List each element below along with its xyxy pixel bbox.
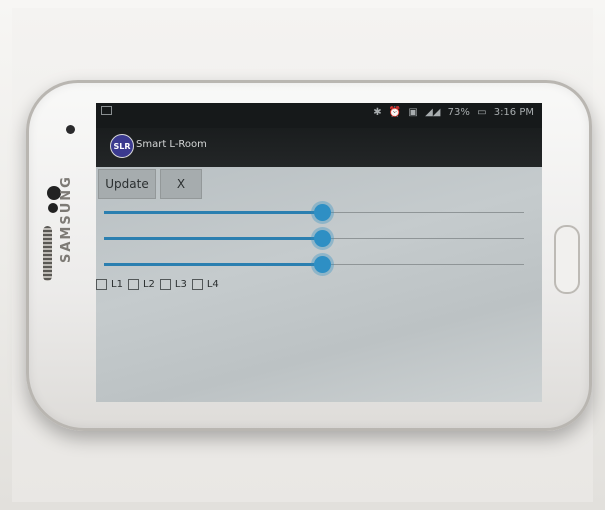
slider-3[interactable] — [104, 256, 524, 274]
checkbox-box[interactable] — [96, 279, 107, 290]
status-right: ✱ ⏰ ▣ ◢◢ 73% ▭ 3:16 PM — [369, 107, 534, 118]
button-row: Update X — [98, 169, 202, 199]
status-bar: ✱ ⏰ ▣ ◢◢ 73% ▭ 3:16 PM — [96, 103, 542, 128]
checkbox-box[interactable] — [159, 279, 171, 290]
update-button[interactable]: Update — [98, 169, 156, 199]
checkbox-label: L2 — [142, 279, 155, 290]
slider-fill — [104, 211, 323, 214]
battery-icon: ▭ — [477, 107, 487, 118]
checkbox-box[interactable] — [191, 279, 203, 290]
light-sensor — [48, 203, 58, 213]
slider-fill — [104, 263, 323, 266]
checkbox-l3[interactable]: L3 — [159, 279, 187, 290]
slider-2[interactable] — [104, 230, 524, 248]
battery-level: 73% — [447, 107, 470, 118]
signal-icon: ◢◢ — [425, 107, 441, 118]
checkbox-l1[interactable]: L1 — [96, 279, 123, 290]
alarm-icon: ⏰ — [388, 107, 402, 118]
slider-1[interactable] — [104, 204, 524, 222]
clock: 3:16 PM — [493, 107, 534, 118]
app-screen: ✱ ⏰ ▣ ◢◢ 73% ▭ 3:16 PM SLR Smart L-Room … — [96, 103, 542, 402]
front-camera — [66, 125, 75, 134]
home-button[interactable] — [554, 225, 580, 294]
image-notification-icon — [101, 106, 112, 115]
checkbox-label: L4 — [206, 279, 219, 290]
action-bar: SLR Smart L-Room — [96, 128, 542, 167]
brand-label: SAMSUNG — [59, 175, 74, 263]
close-button[interactable]: X — [160, 169, 202, 199]
checkbox-l4[interactable]: L4 — [191, 279, 219, 290]
app-logo: SLR — [110, 134, 134, 158]
app-title: Smart L-Room — [136, 139, 207, 150]
slider-thumb[interactable] — [314, 230, 332, 247]
main-content: Update X L1 L2 L3 L4 — [96, 167, 542, 402]
slider-thumb[interactable] — [314, 256, 332, 273]
nfc-icon: ▣ — [408, 107, 418, 118]
slider-thumb[interactable] — [314, 204, 332, 221]
checkbox-l2[interactable]: L2 — [127, 279, 155, 290]
checkbox-label: L3 — [174, 279, 187, 290]
light-checkboxes: L1 L2 L3 L4 — [96, 279, 224, 290]
checkbox-label: L1 — [111, 279, 123, 290]
bluetooth-icon: ✱ — [373, 107, 382, 118]
slider-fill — [104, 237, 323, 240]
earpiece-speaker — [43, 226, 52, 281]
checkbox-box[interactable] — [127, 279, 139, 290]
